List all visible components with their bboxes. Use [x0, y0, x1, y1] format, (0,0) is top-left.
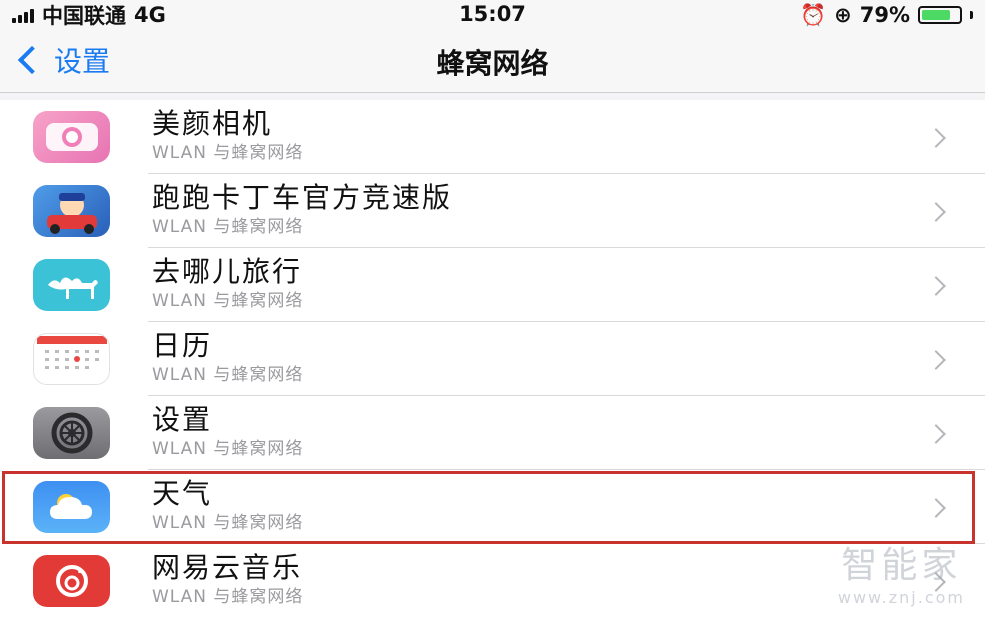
gear-icon	[33, 407, 110, 459]
app-subtitle: WLAN 与蜂窝网络	[152, 365, 304, 385]
chevron-right-icon	[926, 276, 946, 296]
nav-bar: 设置 蜂窝网络	[0, 30, 985, 93]
chevron-right-icon	[926, 424, 946, 444]
app-subtitle: WLAN 与蜂窝网络	[152, 217, 304, 237]
chevron-right-icon	[926, 498, 946, 518]
network-label: 4G	[134, 3, 166, 27]
music-icon	[33, 555, 110, 607]
status-left: 中国联通 4G	[12, 0, 166, 30]
watermark-url: www.znj.com	[837, 588, 965, 607]
battery-percent: 79%	[859, 3, 910, 27]
watermark-title: 智能家	[841, 545, 962, 586]
chevron-right-icon	[926, 202, 946, 222]
app-subtitle: WLAN 与蜂窝网络	[152, 587, 304, 607]
list-item[interactable]: 天气 WLAN 与蜂窝网络	[0, 470, 985, 544]
app-name: 网易云音乐	[152, 551, 303, 584]
alarm-icon: ⏰	[799, 2, 827, 27]
weather-icon	[33, 481, 110, 533]
list-item[interactable]: 日历 WLAN 与蜂窝网络	[0, 322, 985, 396]
list-item[interactable]: 去哪儿旅行 WLAN 与蜂窝网络	[0, 248, 985, 322]
orientation-lock-icon: ⊕	[834, 3, 852, 27]
chevron-right-icon	[926, 350, 946, 370]
app-name: 跑跑卡丁车官方竞速版	[152, 181, 453, 214]
app-name: 设置	[152, 403, 213, 436]
calendar-icon	[33, 333, 110, 385]
battery-icon	[918, 6, 962, 24]
camera-beauty-icon	[33, 111, 110, 163]
list-item[interactable]: 设置 WLAN 与蜂窝网络	[0, 396, 985, 470]
signal-icon	[12, 7, 34, 23]
app-name: 美颜相机	[152, 107, 273, 140]
app-name: 去哪儿旅行	[152, 255, 303, 288]
app-name: 天气	[152, 477, 213, 510]
list-item[interactable]: 美颜相机 WLAN 与蜂窝网络	[0, 100, 985, 174]
app-subtitle: WLAN 与蜂窝网络	[152, 143, 304, 163]
app-name: 日历	[152, 329, 213, 362]
battery-cap	[970, 11, 973, 19]
status-time: 15:07	[459, 2, 526, 26]
carrier-label: 中国联通	[42, 4, 126, 28]
app-subtitle: WLAN 与蜂窝网络	[152, 439, 304, 459]
status-right: ⏰ ⊕ 79%	[800, 3, 973, 28]
app-subtitle: WLAN 与蜂窝网络	[152, 513, 304, 533]
app-subtitle: WLAN 与蜂窝网络	[152, 291, 304, 311]
watermark: 智能家 www.znj.com	[838, 536, 965, 607]
camel-icon	[33, 259, 110, 311]
chevron-right-icon	[926, 128, 946, 148]
kart-game-icon	[33, 185, 110, 237]
status-bar: 中国联通 4G 15:07 ⏰ ⊕ 79%	[0, 0, 985, 30]
list-item[interactable]: 跑跑卡丁车官方竞速版 WLAN 与蜂窝网络	[0, 174, 985, 248]
battery-fill	[922, 10, 951, 20]
page-title: 蜂窝网络	[436, 47, 549, 80]
